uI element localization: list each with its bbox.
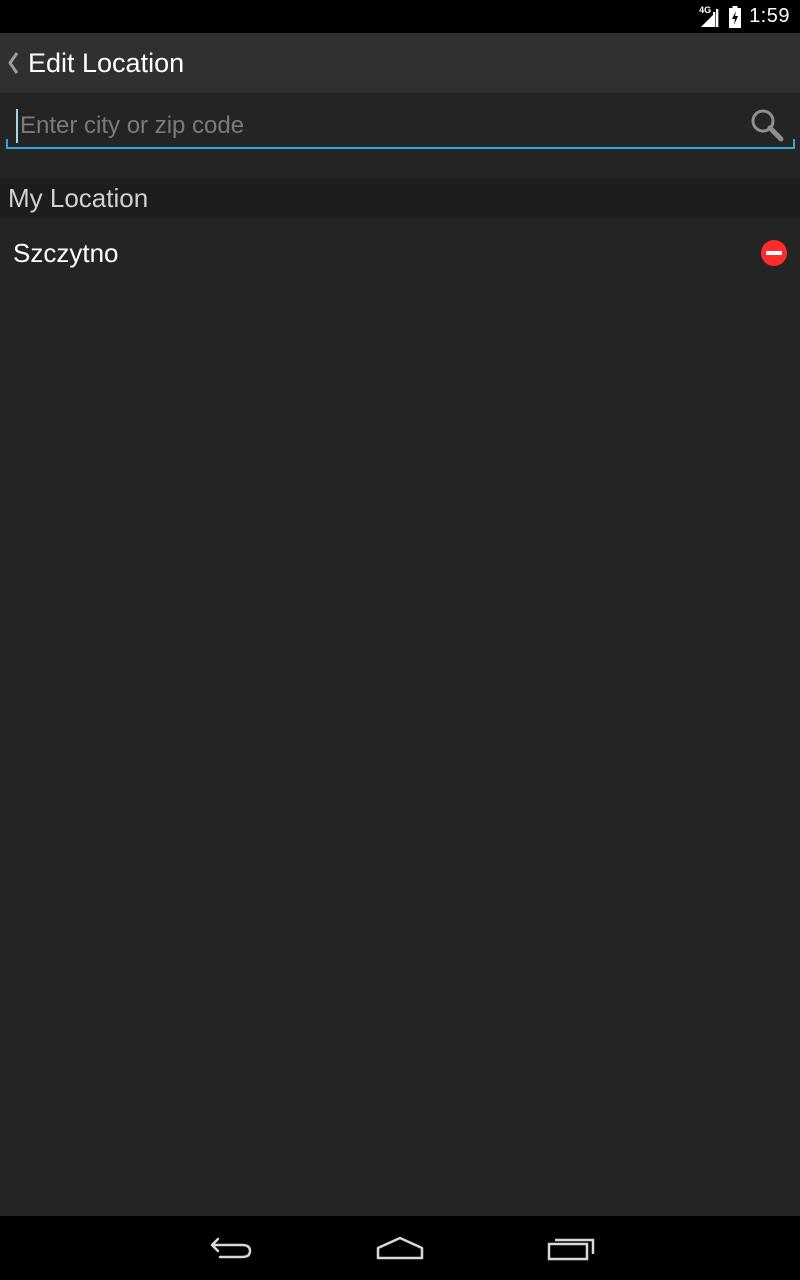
search-field <box>6 103 795 149</box>
search-icon <box>751 109 784 142</box>
edit-location-screen: 4G 1:59 Edit Location Enter city or zip … <box>0 0 800 1280</box>
signal-icon: 4G <box>699 5 721 28</box>
action-bar: Edit Location <box>0 33 800 93</box>
back-icon <box>210 1237 252 1259</box>
back-button[interactable] <box>200 1228 260 1268</box>
up-navigation-button[interactable]: Edit Location <box>0 33 184 93</box>
section-title: My Location <box>8 182 149 213</box>
status-time: 1:59 <box>749 5 790 27</box>
remove-icon[interactable] <box>760 239 788 267</box>
home-button[interactable] <box>370 1228 430 1268</box>
recents-button[interactable] <box>541 1228 601 1268</box>
location-list-item[interactable]: Szczytno <box>0 218 800 288</box>
search-input[interactable] <box>16 109 736 143</box>
page-title: Edit Location <box>28 47 185 78</box>
recents-icon <box>547 1238 595 1261</box>
section-header: My Location <box>0 178 800 218</box>
chevron-left-icon <box>8 52 19 74</box>
home-icon <box>376 1236 424 1260</box>
status-bar: 4G 1:59 <box>0 0 800 33</box>
search-row <box>0 93 800 178</box>
navigation-bar <box>0 1216 800 1280</box>
battery-charging-icon <box>729 5 742 28</box>
search-button[interactable] <box>747 105 787 145</box>
location-list: Szczytno <box>0 218 800 288</box>
location-name: Szczytno <box>13 237 119 268</box>
